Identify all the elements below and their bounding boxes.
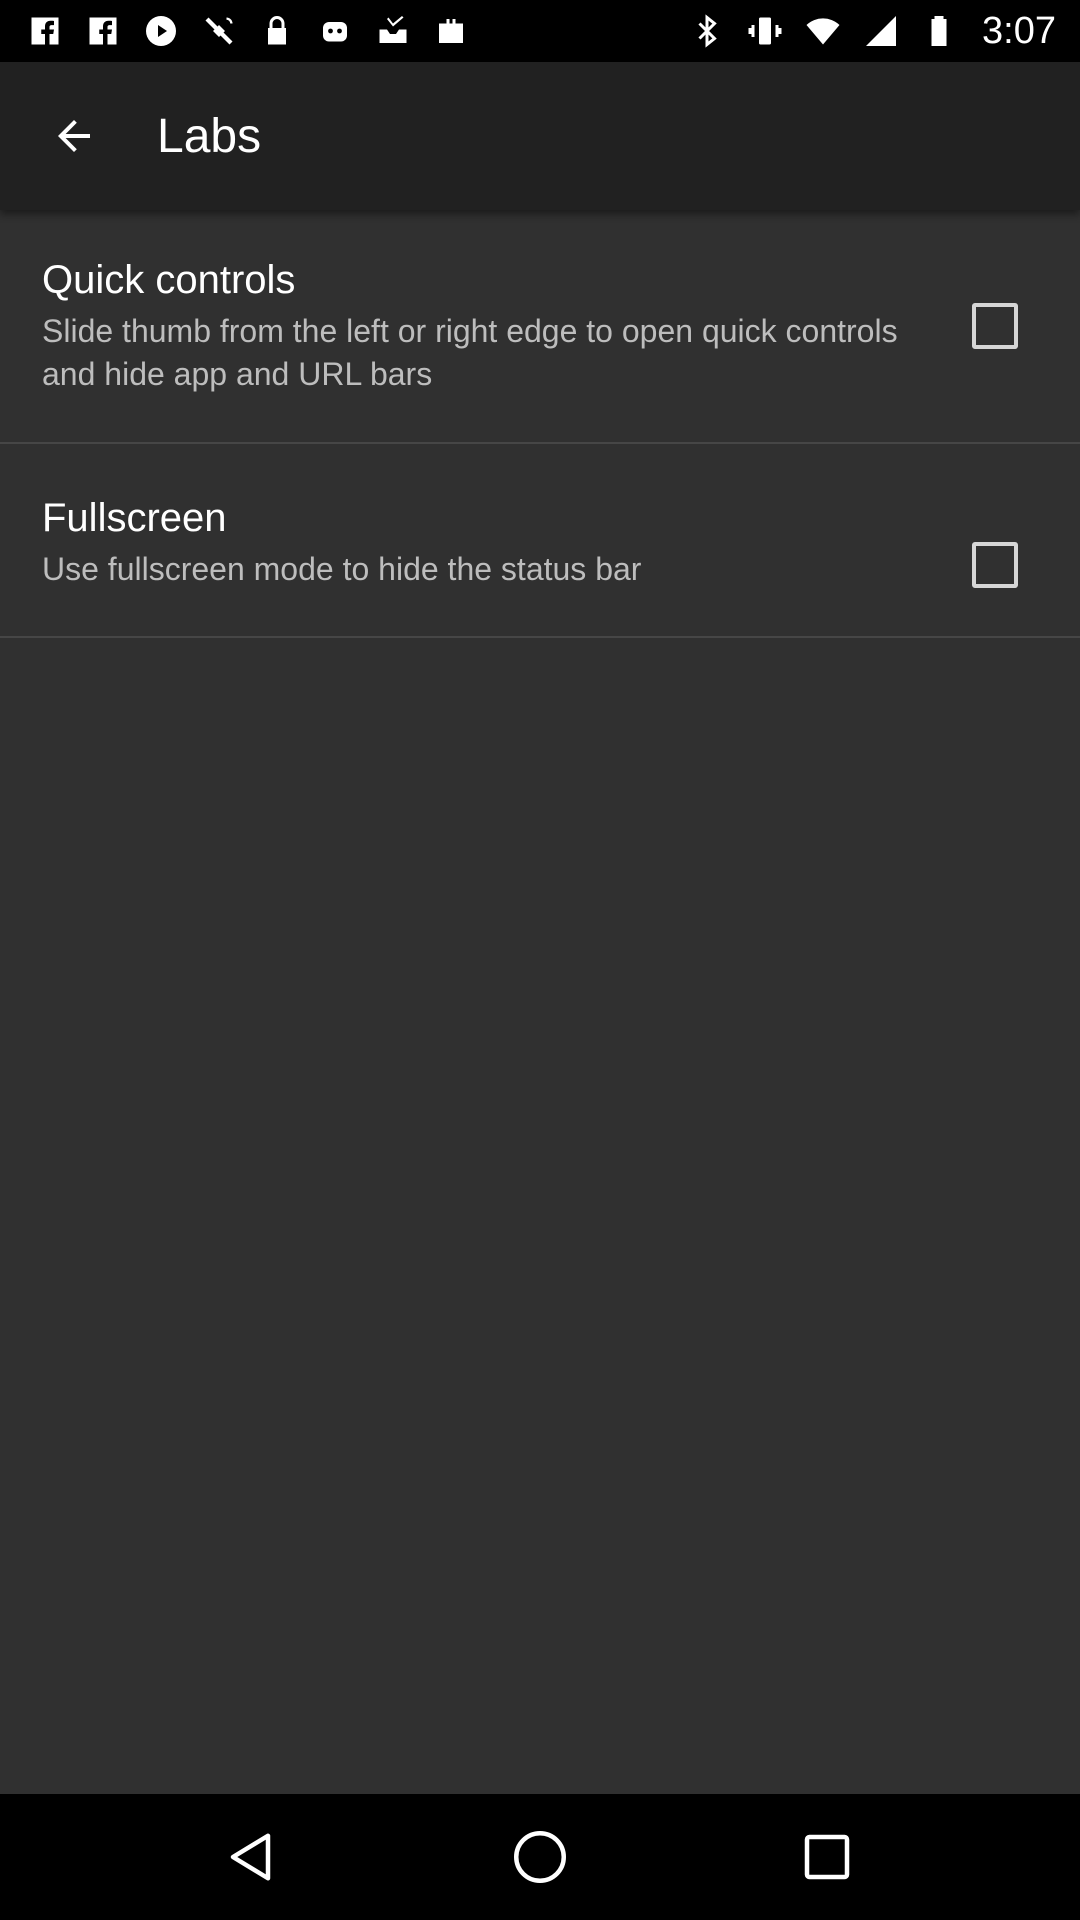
pref-summary: Use fullscreen mode to hide the status b… <box>42 551 642 587</box>
wifi-icon <box>804 12 842 50</box>
robot-icon <box>316 12 354 50</box>
facebook-icon <box>84 12 122 50</box>
nav-recents-button[interactable] <box>782 1812 872 1902</box>
play-icon <box>142 12 180 50</box>
arrow-back-icon <box>58 120 90 152</box>
navigation-bar <box>0 1794 1080 1920</box>
lock-icon <box>258 12 296 50</box>
status-bar: 3:07 <box>0 0 1080 62</box>
preference-list: Quick controls Slide thumb from the left… <box>0 210 1080 638</box>
pref-title: Quick controls <box>42 258 296 302</box>
pref-summary: Slide thumb from the left or right edge … <box>42 313 898 392</box>
recents-square-icon <box>804 1834 849 1880</box>
facebook-icon <box>26 12 64 50</box>
vibrate-icon <box>746 12 784 50</box>
inbox-icon <box>374 12 412 50</box>
signal-icon <box>862 12 900 50</box>
status-system: 3:07 <box>688 10 1056 53</box>
status-notifications <box>26 12 470 50</box>
bluetooth-icon <box>688 12 726 50</box>
nav-home-button[interactable] <box>495 1812 585 1902</box>
fullscreen-checkbox[interactable] <box>972 542 1018 588</box>
battery-icon <box>920 12 958 50</box>
page-title: Labs <box>157 109 262 163</box>
back-triangle-icon <box>231 1833 271 1881</box>
home-circle-icon <box>513 1831 566 1883</box>
quick-controls-checkbox[interactable] <box>972 303 1018 349</box>
status-time: 3:07 <box>982 9 1056 52</box>
briefcase-icon <box>432 12 470 50</box>
app-bar: Labs <box>0 62 1080 210</box>
pref-title: Fullscreen <box>42 496 227 540</box>
pref-quick-controls[interactable]: Quick controls Slide thumb from the left… <box>0 210 1080 444</box>
satellite-icon <box>200 12 238 50</box>
nav-back-button[interactable] <box>208 1812 298 1902</box>
back-button[interactable] <box>24 86 124 186</box>
pref-fullscreen[interactable]: Fullscreen Use fullscreen mode to hide t… <box>0 444 1080 638</box>
